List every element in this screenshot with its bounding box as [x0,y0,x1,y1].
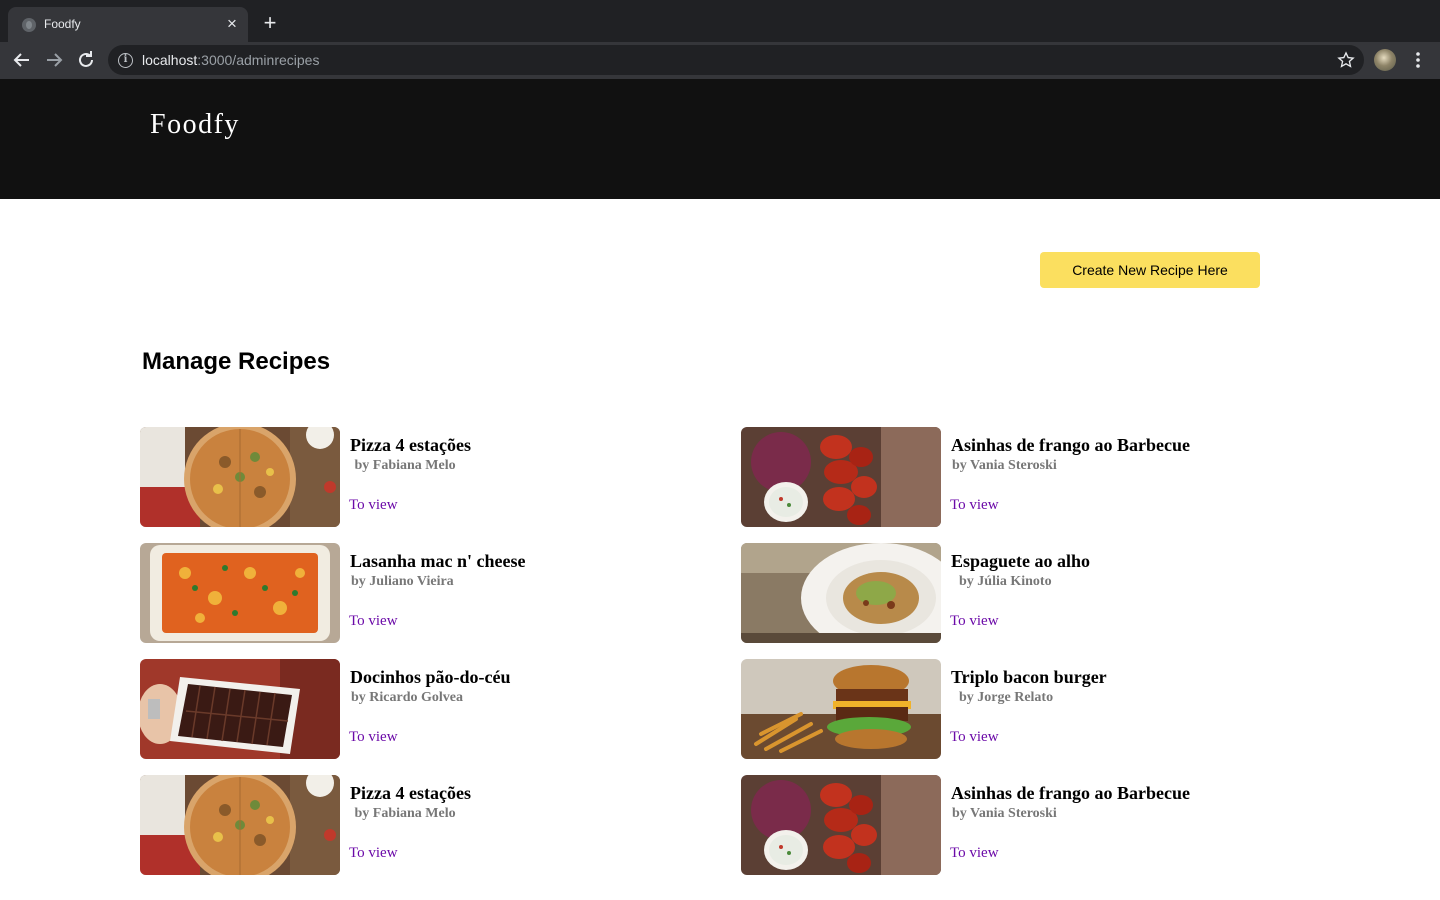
recipe-author: by Fabiana Melo [351,458,456,473]
recipe-author: by Ricardo Golvea [351,690,463,705]
recipe-author: by Fabiana Melo [351,806,456,821]
arrow-left-icon [13,53,29,67]
view-recipe-link[interactable]: To view [349,729,398,746]
recipe-card: Docinhos pão-do-céu by Ricardo Golvea To… [140,659,741,759]
chocolates-image[interactable] [140,659,340,759]
site-logo[interactable]: Foodfy [150,109,240,141]
reload-button[interactable] [74,48,98,72]
site-header: Foodfy [0,79,1440,199]
browser-tab[interactable]: Foodfy × [8,7,248,42]
recipe-title: Asinhas de frango ao Barbecue [951,435,1191,455]
recipe-author: by Jorge Relato [952,690,1054,705]
recipe-grid: Pizza 4 estações by Fabiana Melo To view [140,427,1260,875]
view-recipe-link[interactable]: To view [950,845,999,862]
address-bar[interactable]: i localhost:3000/adminrecipes [108,45,1364,75]
recipe-card: Pizza 4 estações by Fabiana Melo To view [140,427,741,527]
url-text: localhost:3000/adminrecipes [142,52,320,68]
recipe-author: by Vania Steroski [952,806,1057,821]
back-button[interactable] [10,48,34,72]
spaghetti-image[interactable] [741,543,941,643]
recipe-title: Asinhas de frango ao Barbecue [951,783,1191,803]
tab-title: Foodfy [44,17,81,31]
forward-button[interactable] [42,48,66,72]
recipe-card: Pizza 4 estações by Fabiana Melo To view [140,775,741,875]
view-recipe-link[interactable]: To view [950,497,999,514]
view-recipe-link[interactable]: To view [349,613,398,630]
profile-avatar[interactable] [1374,49,1396,71]
recipe-author: by Júlia Kinoto [952,574,1052,589]
view-recipe-link[interactable]: To view [349,845,398,862]
recipe-card: Asinhas de frango ao Barbecue by Vania S… [741,427,1260,527]
recipe-title: Pizza 4 estações [350,783,471,803]
recipe-card: Espaguete ao alho by Júlia Kinoto To vie… [741,543,1260,643]
lasagna-image[interactable] [140,543,340,643]
view-recipe-link[interactable]: To view [950,613,999,630]
recipe-author: by Juliano Vieira [351,574,454,589]
recipe-title: Lasanha mac n' cheese [350,551,526,571]
pizza-image[interactable] [140,427,340,527]
browser-tabstrip: Foodfy × + [0,0,1440,42]
burger-image[interactable] [741,659,941,759]
page-title: Manage Recipes [142,348,331,375]
bookmark-star-icon[interactable] [1336,50,1356,70]
recipe-title: Espaguete ao alho [951,551,1091,571]
view-recipe-link[interactable]: To view [950,729,999,746]
recipe-title: Triplo bacon burger [951,667,1107,687]
view-recipe-link[interactable]: To view [349,497,398,514]
browser-toolbar: i localhost:3000/adminrecipes [0,42,1440,79]
reload-icon [79,51,93,67]
recipe-title: Docinhos pão-do-céu [350,667,511,687]
chicken-wings-image[interactable] [741,427,941,527]
info-icon[interactable]: i [118,53,133,68]
recipe-card: Asinhas de frango ao Barbecue by Vania S… [741,775,1260,875]
recipe-author: by Vania Steroski [952,458,1057,473]
recipe-card: Lasanha mac n' cheese by Juliano Vieira … [140,543,741,643]
new-tab-button[interactable]: + [258,12,282,36]
recipe-card: Triplo bacon burger by Jorge Relato To v… [741,659,1260,759]
recipe-title: Pizza 4 estações [350,435,471,455]
create-recipe-button[interactable]: Create New Recipe Here [1040,252,1260,288]
chicken-wings-image[interactable] [741,775,941,875]
pizza-image[interactable] [140,775,340,875]
close-icon[interactable]: × [224,15,240,32]
more-menu-icon[interactable] [1408,48,1428,72]
globe-icon [22,18,36,32]
arrow-right-icon [47,53,63,67]
